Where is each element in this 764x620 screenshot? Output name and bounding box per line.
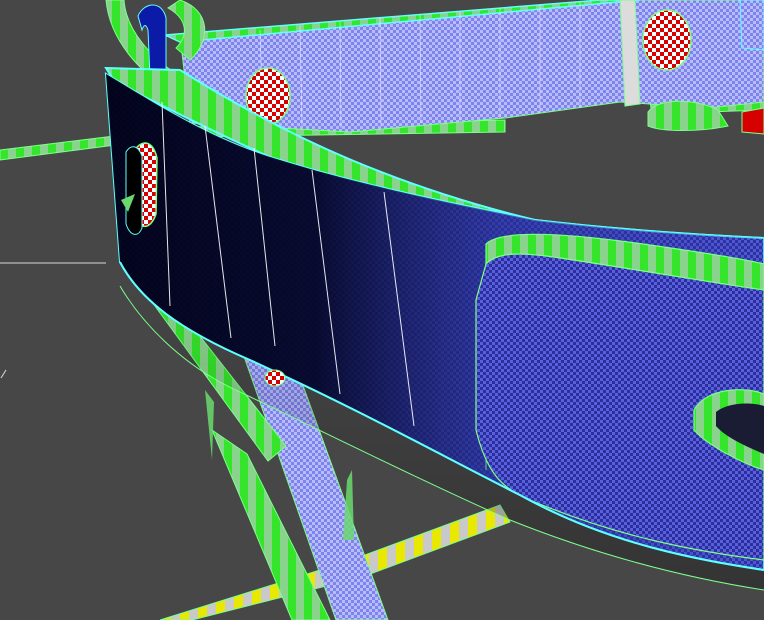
spike-left (205, 390, 214, 460)
left-marker-inner (125, 146, 143, 235)
left-green-band (0, 135, 116, 161)
right-rear-red-knob (741, 107, 764, 135)
back-ring-right-cap (739, 0, 764, 51)
3d-viewport[interactable] (0, 0, 764, 620)
small-checker-node (264, 369, 286, 387)
left-vertical-tick (0, 369, 7, 379)
main-ring-group[interactable] (104, 66, 764, 591)
rear-marker-disc (642, 9, 692, 71)
viewport-canvas[interactable] (0, 0, 764, 620)
